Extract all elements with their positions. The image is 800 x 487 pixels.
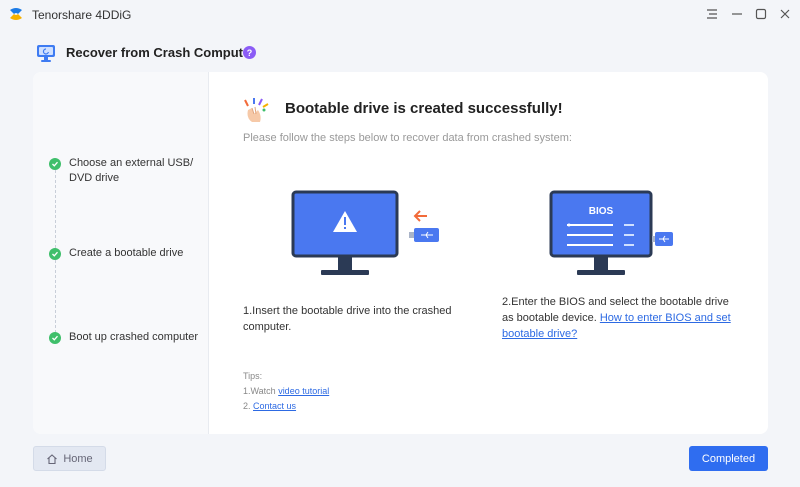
- home-label: Home: [63, 452, 93, 465]
- step2-instruction: 2.Enter the BIOS and select the bootable…: [502, 294, 737, 342]
- home-button[interactable]: Home: [33, 446, 106, 471]
- step-label: Create a bootable drive: [69, 247, 184, 259]
- minimize-icon[interactable]: [729, 6, 745, 22]
- menu-icon[interactable]: [704, 6, 720, 22]
- help-icon[interactable]: ?: [243, 46, 256, 59]
- step-label: Boot up crashed computer: [69, 331, 199, 343]
- app-title: Tenorshare 4DDiG: [32, 8, 132, 22]
- page-title: Recover from Crash Computer: [66, 45, 256, 60]
- title-bar: Tenorshare 4DDiG: [0, 0, 800, 30]
- instructions-subtitle: Please follow the steps below to recover…: [243, 132, 572, 144]
- bios-illustration: BIOS: [549, 190, 675, 282]
- tips-heading: Tips:: [243, 371, 263, 381]
- check-icon: [49, 332, 61, 344]
- insert-usb-illustration: [291, 190, 443, 282]
- check-icon: [49, 248, 61, 260]
- step-create-drive: Create a bootable drive: [49, 246, 199, 261]
- tip-item-prefix: 2.: [243, 401, 254, 411]
- tip-item-contact: 2. Contact us: [243, 399, 329, 414]
- maximize-icon[interactable]: [753, 6, 769, 22]
- bios-label: BIOS: [589, 206, 614, 217]
- tip-item-video: 1.Watch video tutorial: [243, 384, 329, 399]
- close-icon[interactable]: [777, 6, 793, 22]
- main-content: Bootable drive is created successfully! …: [209, 72, 768, 434]
- main-card: Choose an external USB/ DVD drive Create…: [33, 72, 768, 434]
- contact-us-link[interactable]: Contact us: [253, 401, 296, 411]
- home-icon: [46, 453, 58, 465]
- crash-computer-icon: [36, 43, 56, 63]
- app-logo-icon: [8, 6, 24, 22]
- step-label: Choose an external USB/ DVD drive: [69, 157, 194, 184]
- step1-instruction: 1.Insert the bootable drive into the cra…: [243, 305, 452, 333]
- tip-item-prefix: 1.Watch: [243, 386, 279, 396]
- step-boot-up: Boot up crashed computer: [49, 330, 199, 345]
- check-icon: [49, 158, 61, 170]
- step-choose-drive: Choose an external USB/ DVD drive: [49, 156, 199, 186]
- completed-button[interactable]: Completed: [689, 446, 768, 471]
- video-tutorial-link[interactable]: video tutorial: [278, 386, 329, 396]
- celebration-icon: [242, 96, 272, 124]
- tips-section: Tips: 1.Watch video tutorial 2. Contact …: [243, 369, 329, 414]
- success-title: Bootable drive is created successfully!: [285, 100, 563, 117]
- step-sidebar: Choose an external USB/ DVD drive Create…: [33, 72, 209, 434]
